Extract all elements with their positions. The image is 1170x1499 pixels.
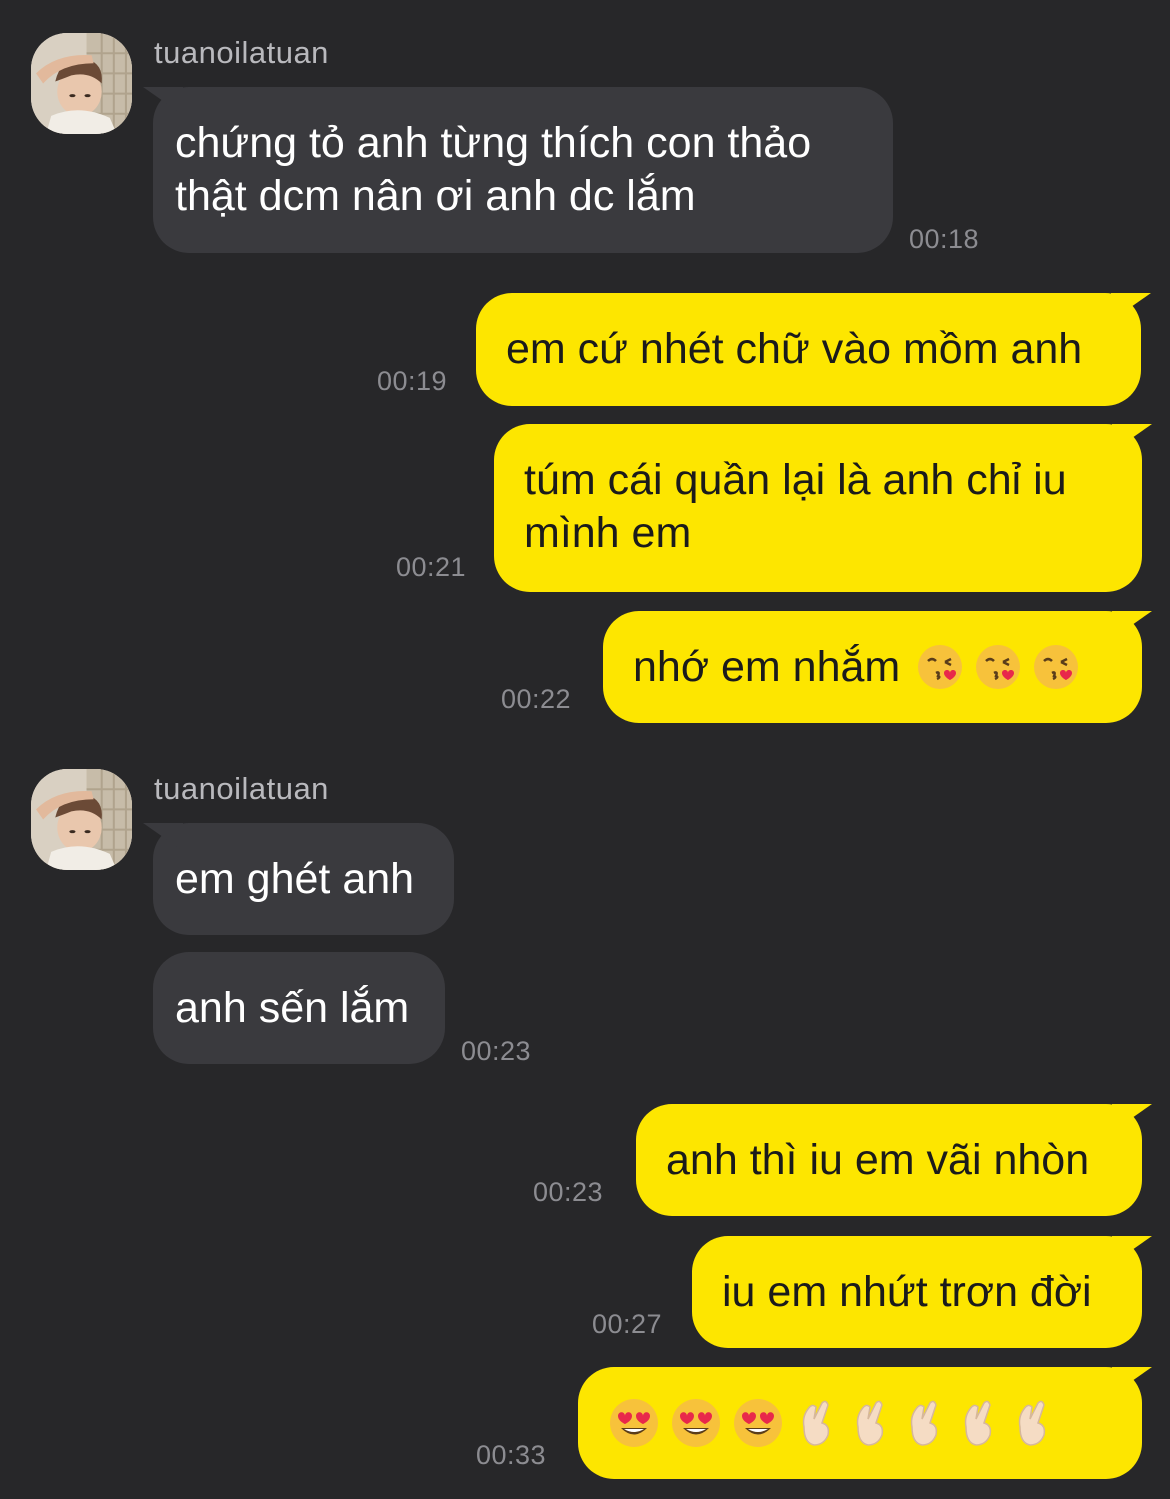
outgoing-message-bubble[interactable]	[578, 1367, 1142, 1479]
message-timestamp: 00:23	[461, 1036, 532, 1066]
message-timestamp: 00:27	[592, 1309, 663, 1339]
message-timestamp: 00:22	[501, 684, 572, 714]
message-text: nhớ em nhắm	[633, 642, 901, 691]
message-text: anh sến lắm	[175, 984, 410, 1032]
incoming-message-bubble[interactable]: chứng tỏ anh từng thích con thảo thật dc…	[153, 87, 893, 253]
heart-eyes-icon	[610, 1399, 658, 1447]
kissing-heart-icon	[1034, 645, 1079, 689]
outgoing-message-bubble[interactable]: iu em nhứt trơn đời	[692, 1236, 1142, 1348]
outgoing-message-bubble[interactable]: em cứ nhét chữ vào mồm anh	[476, 293, 1141, 406]
incoming-message-bubble[interactable]: anh sến lắm	[153, 952, 445, 1064]
sender-name: tuanoilatuan	[154, 771, 329, 806]
message-text: em ghét anh	[175, 855, 415, 903]
message-timestamp: 00:21	[396, 552, 467, 582]
crossed-fingers-icon	[964, 1400, 992, 1446]
incoming-message-bubble[interactable]: em ghét anh	[153, 823, 454, 935]
avatar-photo-icon	[31, 769, 132, 870]
message-text-line: thật dcm nân ơi anh dc lắm	[175, 172, 696, 220]
crossed-fingers-icon	[802, 1400, 830, 1446]
sender-name: tuanoilatuan	[154, 35, 329, 70]
contact-avatar[interactable]	[31, 769, 132, 870]
message-text: em cứ nhét chữ vào mồm anh	[506, 325, 1083, 373]
outgoing-message-bubble[interactable]: anh thì iu em vãi nhòn	[636, 1104, 1142, 1216]
crossed-fingers-icon	[910, 1400, 938, 1446]
outgoing-message-bubble[interactable]: nhớ em nhắm	[603, 611, 1142, 723]
message-text-line: mình em	[524, 509, 692, 557]
heart-eyes-icon	[672, 1399, 720, 1447]
message-text: anh thì iu em vãi nhòn	[666, 1136, 1090, 1184]
message-text-line: chứng tỏ anh từng thích con thảo	[175, 119, 812, 167]
message-timestamp: 00:23	[533, 1177, 604, 1207]
heart-eyes-icon	[734, 1399, 782, 1447]
message-timestamp: 00:33	[476, 1440, 547, 1470]
message-timestamp: 00:19	[377, 366, 448, 396]
avatar-photo-icon	[31, 33, 132, 134]
kissing-heart-icon	[918, 645, 963, 689]
kissing-heart-icon	[976, 645, 1021, 689]
crossed-fingers-icon	[1018, 1400, 1046, 1446]
contact-avatar[interactable]	[31, 33, 132, 134]
message-text: iu em nhứt trơn đời	[722, 1268, 1092, 1316]
message-timestamp: 00:18	[909, 224, 980, 254]
message-text-line: túm cái quần lại là anh chỉ iu	[524, 456, 1067, 504]
crossed-fingers-icon	[856, 1400, 884, 1446]
outgoing-message-bubble[interactable]: túm cái quần lại là anh chỉ iu mình em	[494, 424, 1142, 592]
